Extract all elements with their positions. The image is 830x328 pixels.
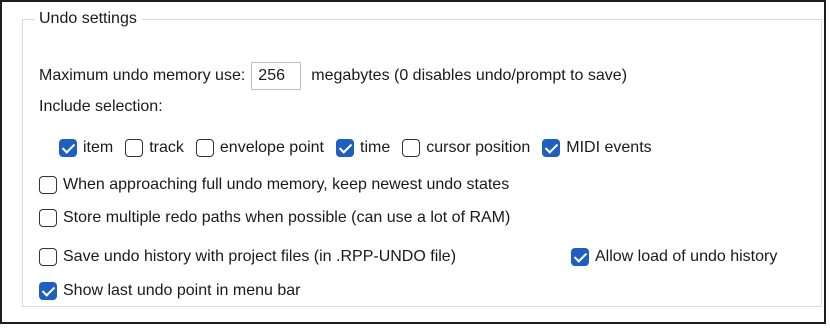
checkbox-track[interactable]: track [125,139,184,157]
option-show-last-label: Show last undo point in menu bar [63,282,301,299]
checkbox-track-label: track [149,139,184,156]
checkbox-icon[interactable] [336,139,354,157]
option-keep-newest-label: When approaching full undo memory, keep … [63,176,510,193]
option-save-history[interactable]: Save undo history with project files (in… [39,248,456,266]
checkbox-item-label: item [83,139,114,156]
group-title: Undo settings [34,10,142,28]
memory-label: Maximum undo memory use: [39,67,246,84]
checkbox-icon[interactable] [39,209,57,227]
undo-memory-input[interactable] [251,62,302,90]
checkbox-icon[interactable] [195,139,214,157]
option-show-last[interactable]: Show last undo point in menu bar [39,282,300,300]
checkbox-item[interactable]: item [59,139,113,157]
option-allow-load-label: Allow load of undo history [595,248,778,265]
checkbox-icon[interactable] [39,282,57,300]
checkbox-icon[interactable] [571,248,589,266]
option-multiple-redo-label: Store multiple redo paths when possible … [63,209,511,226]
checkbox-icon[interactable] [542,139,561,157]
memory-row: Maximum undo memory use: megabytes (0 di… [39,62,627,90]
option-allow-load[interactable]: Allow load of undo history [571,248,777,266]
checkbox-icon[interactable] [59,139,77,157]
checkbox-time-label: time [360,139,391,156]
checkbox-midi-events[interactable]: MIDI events [542,139,652,157]
checkbox-envelope-point-label: envelope point [219,139,324,156]
checkbox-cursor-position-label: cursor position [426,139,531,156]
settings-panel: Undo settings Maximum undo memory use: m… [0,0,826,324]
checkbox-envelope-point[interactable]: envelope point [195,139,324,157]
checkbox-icon[interactable] [39,176,57,194]
checkbox-icon[interactable] [125,139,144,157]
option-save-history-label: Save undo history with project files (in… [63,248,457,265]
selection-checkbox-row: item track envelope point time cursor po… [59,139,664,157]
checkbox-midi-events-label: MIDI events [566,139,652,156]
memory-suffix: megabytes (0 disables undo/prompt to sav… [311,67,628,84]
option-keep-newest[interactable]: When approaching full undo memory, keep … [39,176,509,194]
checkbox-icon[interactable] [402,139,421,157]
checkbox-icon[interactable] [39,248,57,266]
option-multiple-redo[interactable]: Store multiple redo paths when possible … [39,209,510,227]
include-selection-row: Include selection: [39,98,163,116]
checkbox-cursor-position[interactable]: cursor position [402,139,530,157]
include-selection-label: Include selection: [39,98,163,115]
checkbox-time[interactable]: time [336,139,390,157]
